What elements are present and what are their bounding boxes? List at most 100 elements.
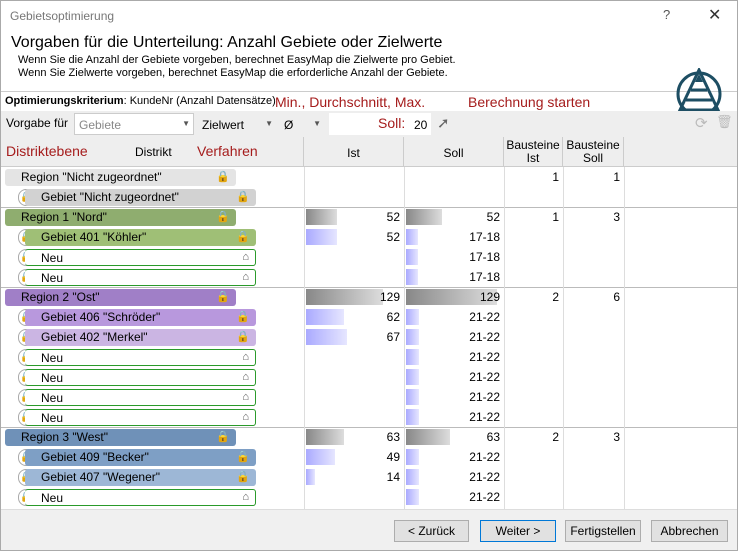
soll-value: 21-22 — [469, 350, 500, 364]
delete-icon[interactable]: 🗑 — [716, 114, 733, 130]
table-row[interactable]: 🔓Neu⌂21-22 — [1, 387, 737, 407]
verfahren-select[interactable]: Zielwert ▼ — [197, 113, 277, 135]
row-label: Gebiet 409 "Becker" — [41, 450, 149, 464]
annotation-start: Berechnung starten — [468, 94, 591, 110]
new-gebiet-label[interactable]: Neu ⌂ — [25, 349, 256, 366]
table-row[interactable]: 🔓Neu⌂21-22 — [1, 347, 737, 367]
table-row[interactable]: 🔓Gebiet 402 "Merkel"🔒6721-22 — [1, 327, 737, 347]
soll-value: 63 — [486, 430, 500, 444]
lock-icon[interactable]: 🔒 — [216, 430, 230, 443]
house-icon[interactable]: ⌂ — [242, 491, 249, 503]
house-icon[interactable]: ⌂ — [242, 391, 249, 403]
region-label[interactable]: Region "Nicht zugeordnet" 🔒 — [5, 169, 236, 186]
criterion-value: : KundeNr (Anzahl Datensätze) — [123, 95, 276, 107]
ist-value: 67 — [386, 330, 400, 344]
house-icon[interactable]: ⌂ — [242, 411, 249, 423]
new-gebiet-label[interactable]: Neu ⌂ — [25, 269, 256, 286]
region-label[interactable]: Region 2 "Ost" 🔒 — [5, 289, 236, 306]
table-row[interactable]: 🔓Gebiet "Nicht zugeordnet"🔒 — [1, 187, 737, 207]
table-row[interactable]: 🔓Neu⌂17-18 — [1, 247, 737, 267]
soll-value: 52 — [486, 210, 500, 224]
table-row[interactable]: 🔓Neu⌂21-22 — [1, 487, 737, 507]
region-label[interactable]: Region 3 "West" 🔒 — [5, 429, 236, 446]
table-row[interactable]: 🔓Gebiet 401 "Köhler"🔒5217-18 — [1, 227, 737, 247]
table-row[interactable]: 🔓Gebiet 407 "Wegener"🔒1421-22 — [1, 467, 737, 487]
chevron-down-icon: ▼ — [182, 119, 190, 128]
finish-button[interactable]: Fertigstellen — [565, 520, 641, 542]
start-calculation-icon[interactable]: ➚ — [437, 114, 450, 132]
chevron-down-icon: ▼ — [265, 119, 273, 128]
lock-icon[interactable]: 🔒 — [216, 170, 230, 183]
house-icon[interactable]: ⌂ — [242, 371, 249, 383]
lock-icon[interactable]: 🔒 — [236, 230, 250, 243]
new-gebiet-label[interactable]: Neu ⌂ — [25, 249, 256, 266]
column-bausteine-soll[interactable]: Bausteine Soll — [563, 137, 624, 167]
soll-value: 17-18 — [469, 250, 500, 264]
gebiet-label[interactable]: Gebiet "Nicht zugeordnet" 🔒 — [25, 189, 256, 206]
region-row[interactable]: Region 3 "West" 🔒 63 63 2 3 — [1, 427, 737, 447]
row-label: Region "Nicht zugeordnet" — [21, 170, 162, 184]
region-separator — [1, 207, 737, 208]
aggregation-value: Ø — [284, 118, 294, 132]
help-button[interactable]: ? — [663, 7, 670, 22]
soll-input[interactable]: Soll: 20 — [329, 113, 431, 135]
vorgabe-select[interactable]: Gebiete ▼ — [74, 113, 194, 135]
region-row[interactable]: Region "Nicht zugeordnet" 🔒 1 1 — [1, 167, 737, 187]
soll-value: 21-22 — [469, 310, 500, 324]
gebiet-label[interactable]: Gebiet 407 "Wegener" 🔒 — [25, 469, 256, 486]
column-divider — [404, 167, 405, 509]
table-row[interactable]: 🔓Neu⌂21-22 — [1, 367, 737, 387]
lock-icon[interactable]: 🔒 — [216, 290, 230, 303]
column-bausteine-ist[interactable]: Bausteine Ist — [504, 137, 563, 167]
soll-value: 21-22 — [469, 450, 500, 464]
column-distrikt-label: Distrikt — [135, 145, 172, 159]
row-label: Gebiet 401 "Köhler" — [41, 230, 147, 244]
row-label: Gebiet "Nicht zugeordnet" — [41, 190, 179, 204]
bist-value: 2 — [552, 290, 559, 304]
gebiet-label[interactable]: Gebiet 409 "Becker" 🔒 — [25, 449, 256, 466]
gebiet-label[interactable]: Gebiet 402 "Merkel" 🔒 — [25, 329, 256, 346]
annotation-minmax: Min., Durchschnitt, Max. — [275, 94, 426, 110]
column-ist[interactable]: Ist — [304, 137, 404, 167]
lock-icon[interactable]: 🔒 — [236, 310, 250, 323]
next-button[interactable]: Weiter > — [480, 520, 556, 542]
aggregation-select[interactable]: Ø ▼ — [279, 113, 325, 135]
new-gebiet-label[interactable]: Neu ⌂ — [25, 489, 256, 506]
lock-icon[interactable]: 🔒 — [236, 450, 250, 463]
column-distrikt[interactable]: Distriktebene Distrikt Verfahren — [1, 137, 304, 167]
ist-value: 52 — [386, 210, 400, 224]
lock-icon[interactable]: 🔒 — [216, 210, 230, 223]
cancel-button[interactable]: Abbrechen — [651, 520, 728, 542]
region-label[interactable]: Region 1 "Nord" 🔒 — [5, 209, 236, 226]
house-icon[interactable]: ⌂ — [242, 251, 249, 263]
gebiet-label[interactable]: Gebiet 401 "Köhler" 🔒 — [25, 229, 256, 246]
new-gebiet-label[interactable]: Neu ⌂ — [25, 409, 256, 426]
lock-icon[interactable]: 🔒 — [236, 470, 250, 483]
new-gebiet-label[interactable]: Neu ⌂ — [25, 389, 256, 406]
row-label: Region 3 "West" — [21, 430, 109, 444]
gebiet-label[interactable]: Gebiet 406 "Schröder" 🔒 — [25, 309, 256, 326]
table-row[interactable]: 🔓Gebiet 406 "Schröder"🔒6221-22 — [1, 307, 737, 327]
table-row[interactable]: 🔓Neu⌂21-22 — [1, 407, 737, 427]
new-gebiet-label[interactable]: Neu ⌂ — [25, 369, 256, 386]
refresh-icon[interactable]: ⟳ — [695, 114, 708, 132]
house-icon[interactable]: ⌂ — [242, 271, 249, 283]
close-button[interactable]: ✕ — [708, 5, 721, 25]
region-row[interactable]: Region 2 "Ost" 🔒 129 129 2 6 — [1, 287, 737, 307]
bsoll-value: 1 — [613, 170, 620, 184]
column-soll[interactable]: Soll — [404, 137, 504, 167]
row-label: Neu — [41, 391, 64, 405]
table-row[interactable]: 🔓Gebiet 409 "Becker"🔒4921-22 — [1, 447, 737, 467]
lock-icon[interactable]: 🔒 — [236, 330, 250, 343]
soll-value: 21-22 — [469, 410, 500, 424]
vorgabe-value: Gebiete — [79, 118, 122, 132]
region-row[interactable]: Region 1 "Nord" 🔒 52 52 1 3 — [1, 207, 737, 227]
back-button[interactable]: < Zurück — [394, 520, 469, 542]
title-bar: Gebietsoptimierung ? ✕ — [1, 1, 737, 32]
description-line-1: Wenn Sie die Anzahl der Gebiete vorgeben… — [18, 54, 456, 66]
table-row[interactable]: 🔓Neu⌂17-18 — [1, 267, 737, 287]
vorgabe-label: Vorgabe für — [6, 116, 69, 130]
house-icon[interactable]: ⌂ — [242, 351, 249, 363]
ist-value: 49 — [386, 450, 400, 464]
lock-icon[interactable]: 🔒 — [236, 190, 250, 203]
